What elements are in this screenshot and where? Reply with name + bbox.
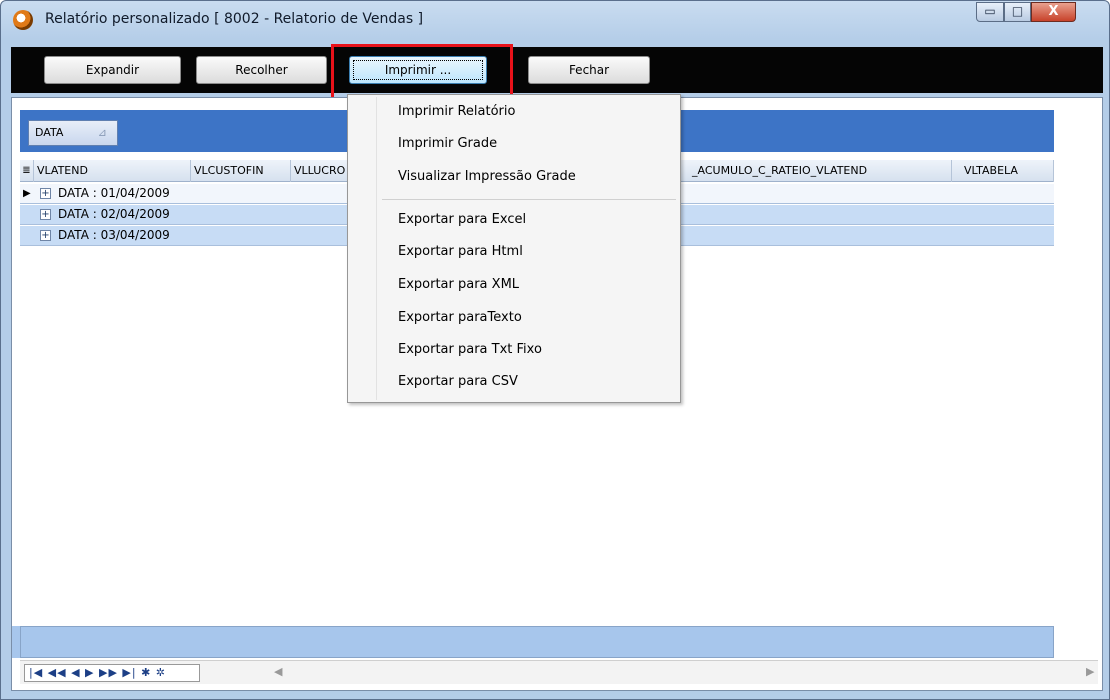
close-button[interactable]: X — [1031, 2, 1076, 22]
sort-icon: ⊿ — [97, 126, 107, 139]
menu-item-imprimir-relatorio[interactable]: Imprimir Relatório — [398, 104, 515, 119]
record-navigator[interactable]: |◀ ◀◀ ◀ ▶ ▶▶ ▶| ✱ ✲ — [24, 664, 200, 682]
toolbar: Expandir Recolher Imprimir ... Fechar — [11, 47, 1103, 93]
column-chooser-icon[interactable]: ≣ — [20, 160, 34, 182]
close-icon: X — [1048, 4, 1059, 19]
app-logo-icon — [13, 10, 33, 30]
expand-icon[interactable]: + — [40, 209, 51, 220]
app-window: Relatório personalizado [ 8002 - Relator… — [0, 0, 1110, 700]
imprimir-dropdown-menu: Imprimir Relatório Imprimir Grade Visual… — [347, 94, 681, 403]
fechar-button[interactable]: Fechar — [528, 56, 650, 84]
menu-item-visualizar-impressao-grade[interactable]: Visualizar Impressão Grade — [398, 169, 576, 184]
menu-separator — [382, 199, 676, 200]
menu-item-exportar-txt-fixo[interactable]: Exportar para Txt Fixo — [398, 342, 542, 357]
group-chip-label: DATA — [35, 126, 64, 139]
minimize-icon: ▭ — [984, 4, 996, 18]
menu-item-exportar-excel[interactable]: Exportar para Excel — [398, 212, 526, 227]
minimize-button[interactable]: ▭ — [976, 2, 1004, 22]
group-row-label: DATA : 02/04/2009 — [58, 207, 170, 221]
group-row-label: DATA : 01/04/2009 — [58, 186, 170, 200]
column-header-vltabela[interactable]: VLTABELA — [952, 160, 1054, 182]
menu-item-exportar-html[interactable]: Exportar para Html — [398, 244, 523, 259]
window-title: Relatório personalizado [ 8002 - Relator… — [45, 11, 424, 27]
menu-gutter — [376, 97, 377, 400]
column-header-acumulo[interactable]: _ACUMULO_C_RATEIO_VLATEND — [680, 160, 952, 182]
maximize-button[interactable]: □ — [1004, 2, 1031, 22]
group-chip-data[interactable]: DATA ⊿ — [28, 120, 118, 146]
maximize-icon: □ — [1011, 4, 1024, 18]
recolher-button[interactable]: Recolher — [196, 56, 327, 84]
expand-icon[interactable]: + — [40, 188, 51, 199]
scroll-right-arrow-icon[interactable]: ▶ — [1086, 665, 1094, 678]
expand-icon[interactable]: + — [40, 230, 51, 241]
summary-footer — [20, 626, 1054, 658]
current-row-icon: ▶ — [23, 188, 31, 199]
group-row-label: DATA : 03/04/2009 — [58, 228, 170, 242]
expandir-button[interactable]: Expandir — [44, 56, 181, 84]
column-header-vlcustofin[interactable]: VLCUSTOFIN — [191, 160, 291, 182]
footer-indicator-strip — [12, 626, 20, 658]
menu-item-exportar-texto[interactable]: Exportar paraTexto — [398, 310, 522, 325]
menu-item-exportar-csv[interactable]: Exportar para CSV — [398, 374, 518, 389]
title-bar[interactable]: Relatório personalizado [ 8002 - Relator… — [1, 1, 1109, 39]
column-header-vlatend[interactable]: VLATEND — [34, 160, 191, 182]
scroll-left-arrow-icon[interactable]: ◀ — [274, 665, 282, 678]
navigator-bar: |◀ ◀◀ ◀ ▶ ▶▶ ▶| ✱ ✲ ◀ ▶ — [20, 660, 1098, 684]
menu-item-imprimir-grade[interactable]: Imprimir Grade — [398, 136, 497, 151]
menu-item-exportar-xml[interactable]: Exportar para XML — [398, 277, 519, 292]
